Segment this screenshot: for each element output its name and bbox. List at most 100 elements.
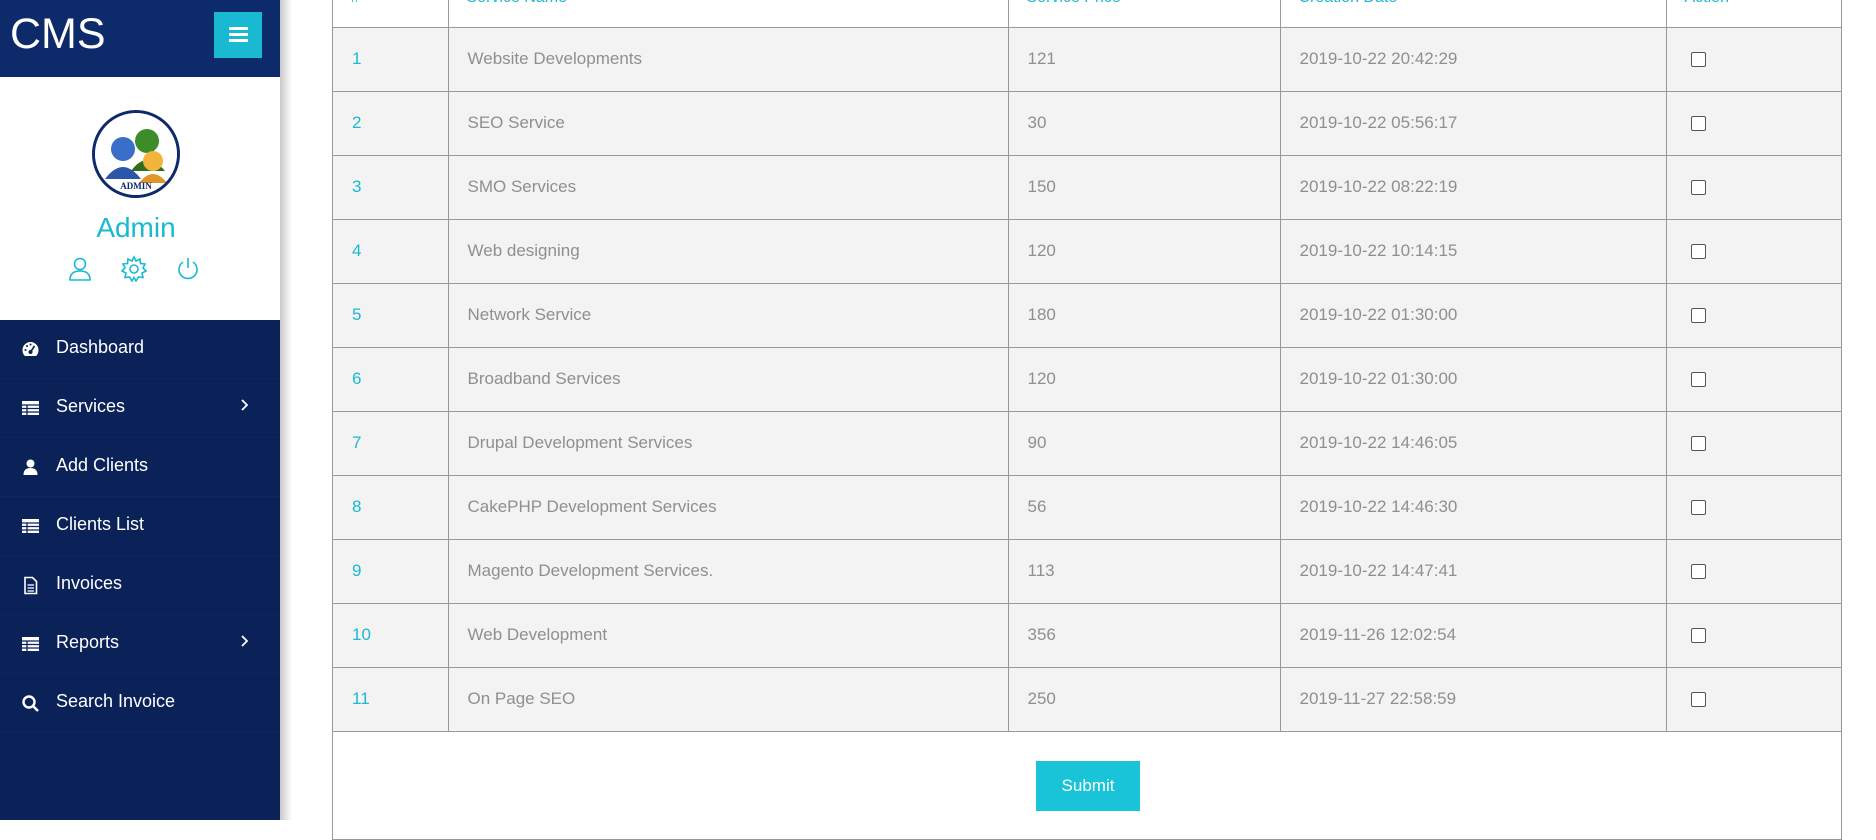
sidebar-item-label: Search Invoice [56, 691, 176, 711]
creation-date: 2019-10-22 14:46:05 [1280, 411, 1667, 476]
service-price: 30 [1008, 91, 1281, 156]
user-icon [21, 458, 40, 477]
row-checkbox[interactable] [1690, 628, 1706, 644]
table-row: 8 CakePHP Development Services 56 2019-1… [333, 475, 1841, 540]
sidebar-item-label: Services [56, 396, 126, 416]
table-header-row: # Service Name Service Price Creation Da… [333, 0, 1841, 28]
table-row: 3 SMO Services 150 2019-10-22 08:22:19 [333, 155, 1841, 220]
user-icon[interactable] [66, 255, 94, 283]
header-action: Action [1666, 0, 1841, 28]
services-table-panel: # Service Name Service Price Creation Da… [332, 0, 1842, 840]
table-row: 5 Network Service 180 2019-10-22 01:30:0… [333, 283, 1841, 348]
table-icon [21, 399, 40, 418]
table-row: 7 Drupal Development Services 90 2019-10… [333, 411, 1841, 476]
row-checkbox[interactable] [1690, 692, 1706, 708]
service-price: 180 [1008, 283, 1281, 348]
service-name: On Page SEO [448, 667, 1009, 732]
service-name: SEO Service [448, 91, 1009, 156]
row-index: 7 [333, 411, 449, 476]
file-icon [21, 576, 40, 595]
table-row: 1 Website Developments 121 2019-10-22 20… [333, 27, 1841, 92]
row-index: 8 [333, 475, 449, 540]
sidebar-item-label: Invoices [56, 573, 123, 593]
header-index: # [333, 0, 449, 28]
service-price: 121 [1008, 27, 1281, 92]
row-index: 11 [333, 667, 449, 732]
sidebar-item-dashboard[interactable]: Dashboard [0, 320, 280, 379]
svg-text:ADMIN: ADMIN [120, 181, 152, 191]
service-name: Website Developments [448, 27, 1009, 92]
sidebar-item-label: Dashboard [56, 337, 145, 357]
row-index: 6 [333, 347, 449, 412]
gear-icon[interactable] [120, 255, 148, 283]
row-checkbox[interactable] [1690, 436, 1706, 452]
service-price: 113 [1008, 539, 1281, 604]
services-table: # Service Name Service Price Creation Da… [333, 0, 1841, 732]
service-name: Network Service [448, 283, 1009, 348]
service-price: 120 [1008, 219, 1281, 284]
row-index: 5 [333, 283, 449, 348]
dashboard-icon [21, 340, 40, 359]
menu-toggle-button[interactable] [214, 12, 262, 58]
creation-date: 2019-10-22 20:42:29 [1280, 27, 1667, 92]
table-row: 9 Magento Development Services. 113 2019… [333, 539, 1841, 604]
row-checkbox[interactable] [1690, 564, 1706, 580]
submit-button[interactable]: Submit [1036, 761, 1140, 811]
chevron-right-icon [239, 634, 251, 648]
row-checkbox[interactable] [1690, 500, 1706, 516]
sidebar-item-label: Clients List [56, 514, 145, 534]
sidebar-nav: Dashboard Services Add Clients Clients L… [0, 320, 280, 733]
creation-date: 2019-10-22 01:30:00 [1280, 347, 1667, 412]
table-row: 10 Web Development 356 2019-11-26 12:02:… [333, 603, 1841, 668]
profile-name: Admin [96, 212, 176, 243]
header-service-name: Service Name [448, 0, 1009, 28]
row-index: 3 [333, 155, 449, 220]
sidebar-item-search-invoice[interactable]: Search Invoice [0, 674, 280, 733]
table-icon [21, 635, 40, 654]
creation-date: 2019-10-22 14:47:41 [1280, 539, 1667, 604]
service-name: CakePHP Development Services [448, 475, 1009, 540]
row-index: 1 [333, 27, 449, 92]
creation-date: 2019-10-22 05:56:17 [1280, 91, 1667, 156]
profile-icon-row [66, 255, 206, 283]
creation-date: 2019-11-26 12:02:54 [1280, 603, 1667, 668]
service-price: 56 [1008, 475, 1281, 540]
row-index: 9 [333, 539, 449, 604]
creation-date: 2019-11-27 22:58:59 [1280, 667, 1667, 732]
search-icon [21, 694, 40, 713]
header-service-price: Service Price [1008, 0, 1281, 28]
row-checkbox[interactable] [1690, 180, 1706, 196]
header-creation-date: Creation Date [1280, 0, 1667, 28]
row-checkbox[interactable] [1690, 244, 1706, 260]
profile-panel: ADMIN Admin [0, 77, 280, 320]
row-checkbox[interactable] [1690, 116, 1706, 132]
sidebar-item-services[interactable]: Services [0, 379, 280, 438]
sidebar: CMS ADMIN Admin Dashboard Services Add C… [0, 0, 292, 820]
row-index: 4 [333, 219, 449, 284]
table-icon [21, 517, 40, 536]
avatar: ADMIN [92, 110, 180, 198]
service-name: Drupal Development Services [448, 411, 1009, 476]
service-price: 150 [1008, 155, 1281, 220]
power-icon[interactable] [174, 255, 202, 283]
sidebar-item-clients-list[interactable]: Clients List [0, 497, 280, 556]
row-checkbox[interactable] [1690, 52, 1706, 68]
chevron-right-icon [239, 398, 251, 412]
service-price: 120 [1008, 347, 1281, 412]
sidebar-item-reports[interactable]: Reports [0, 615, 280, 674]
service-price: 250 [1008, 667, 1281, 732]
row-checkbox[interactable] [1690, 308, 1706, 324]
table-row: 11 On Page SEO 250 2019-11-27 22:58:59 [333, 667, 1841, 732]
service-name: Magento Development Services. [448, 539, 1009, 604]
service-price: 90 [1008, 411, 1281, 476]
sidebar-item-add-clients[interactable]: Add Clients [0, 438, 280, 497]
row-checkbox[interactable] [1690, 372, 1706, 388]
brand-bar: CMS [0, 0, 280, 77]
sidebar-item-label: Reports [56, 632, 120, 652]
service-price: 356 [1008, 603, 1281, 668]
creation-date: 2019-10-22 01:30:00 [1280, 283, 1667, 348]
service-name: Web designing [448, 219, 1009, 284]
sidebar-item-invoices[interactable]: Invoices [0, 556, 280, 615]
brand-name: CMS [10, 10, 106, 58]
creation-date: 2019-10-22 10:14:15 [1280, 219, 1667, 284]
